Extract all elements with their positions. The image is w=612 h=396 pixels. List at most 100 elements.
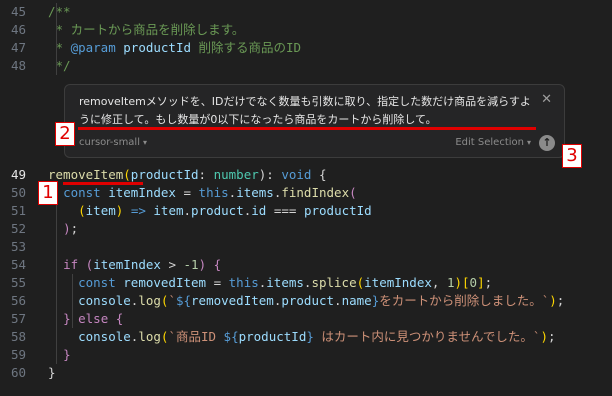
code-token: this [228,275,259,290]
code-line[interactable]: 56 console.log(`${removedItem.product.na… [0,292,612,310]
code-token: ${ [175,293,192,308]
code-token: product [281,293,335,308]
code-line[interactable]: 50 const itemIndex = this.items.findInde… [0,184,612,202]
code-token: removeItem [48,167,124,182]
code-token: ) [454,275,462,290]
line-number: 49 [10,167,26,182]
code-line[interactable]: 46 * カートから商品を削除します。 [0,21,612,39]
code-line[interactable]: 52 ); [0,220,612,238]
code-token: name [341,293,372,308]
code-line[interactable]: 53 [0,238,612,256]
code-token: `商品ID [168,329,224,344]
code-token: items [236,185,274,200]
code-line[interactable]: 45 /** [0,3,612,21]
code-token: ] [477,275,485,290]
line-number: 48 [10,58,26,73]
code-token: [ [462,275,470,290]
code-token: this [198,185,229,200]
line-code: console.log(`${removedItem.product.name}… [48,292,564,310]
code-line[interactable]: 47 * @param productId 削除する商品のID [0,39,612,57]
code-token: ( [349,185,357,200]
code-token: ) { [198,257,222,272]
line-number: 56 [10,293,26,308]
line-number: 58 [10,329,26,344]
code-token: === [266,203,304,218]
line-number: 50 [10,185,26,200]
code-token: productId [130,167,199,182]
line-code: (item) => item.product.id === productId [48,202,372,220]
edit-mode-label: Edit Selection [455,137,524,148]
code-token: productId [238,329,307,344]
line-number: 54 [10,257,26,272]
code-token: itemIndex [93,257,161,272]
code-line[interactable]: 57 } else { [0,310,612,328]
code-token: const [78,275,116,290]
code-token: */ [48,58,71,73]
line-code: ); [48,220,78,238]
code-line[interactable]: 60} [0,364,612,382]
line-code: const removedItem = this.items.splice(it… [48,274,492,292]
code-line[interactable]: 48 */ [0,57,612,75]
inline-edit-prompt[interactable]: removeItemメソッドを、IDだけでなく数量も引数に取り、指定した数だけ商… [64,84,565,158]
code-token: ( [78,257,94,272]
line-number: 51 [10,203,26,218]
code-line[interactable]: 51 (item) => item.product.id === product… [0,202,612,220]
code-token: 0 [469,275,478,290]
code-token: else [70,311,116,326]
model-selector[interactable]: cursor-small ▾ [79,137,147,148]
code-line[interactable]: 59 } [0,346,612,364]
code-token: productId [303,203,372,218]
code-token: 削除する商品のID [191,40,302,55]
line-code: } [48,346,71,364]
edit-mode-selector[interactable]: Edit Selection ▾ [455,137,531,148]
code-line[interactable]: 54 if (itemIndex > -1) { [0,256,612,274]
code-token: はカート内に見つかりませんでした。` [313,329,541,344]
line-code: const itemIndex = this.items.findIndex( [48,184,357,202]
code-line[interactable]: 55 const removedItem = this.items.splice… [0,274,612,292]
code-token: item [145,203,184,218]
code-token: console [78,293,131,308]
code-token: ) [549,293,557,308]
code-token: ; [547,329,556,344]
code-token: log [138,329,161,344]
line-code: */ [48,57,71,75]
code-token: const [63,185,101,200]
code-token: @param [70,40,116,55]
code-token: , [431,275,447,290]
code-line[interactable]: 58 console.log(`商品ID ${productId} はカート内に… [0,328,612,346]
line-number: 57 [10,311,26,326]
close-icon[interactable]: ✕ [541,92,552,107]
annotation-underline [78,127,536,130]
line-code: if (itemIndex > -1) { [48,256,221,274]
line-number: 46 [10,22,26,37]
code-token: -1 [183,257,199,272]
code-token: log [138,293,161,308]
code-token: ) [115,203,131,218]
code-token: } [63,347,71,362]
indent-guide [72,274,73,328]
line-code: } else { [48,310,123,328]
code-editor[interactable]: 45 /** 46 * カートから商品を削除します。 47 * @param pr… [0,0,612,396]
code-token: * カートから商品を削除します。 [48,22,245,37]
line-code: console.log(`商品ID ${productId} はカート内に見つか… [48,328,556,346]
code-token: item [85,203,116,218]
code-token: をカートから削除しました。` [379,293,550,308]
line-number: 47 [10,40,26,55]
code-token: productId [123,40,191,55]
indent-guide [56,184,57,364]
code-token: ; [556,293,565,308]
code-token: ) [63,221,71,236]
code-token: * [48,40,71,55]
code-token: removedItem [115,275,207,290]
prompt-input[interactable]: removeItemメソッドを、IDだけでなく数量も引数に取り、指定した数だけ商… [79,93,534,129]
code-token: . [183,203,192,218]
annotation-number: 2 [55,122,75,146]
submit-button[interactable]: ↑ [539,135,555,151]
line-code: * @param productId 削除する商品のID [48,39,302,57]
code-token: } [306,329,314,344]
code-token: = [175,185,199,200]
code-token: console [78,329,131,344]
code-token: ${ [223,329,239,344]
